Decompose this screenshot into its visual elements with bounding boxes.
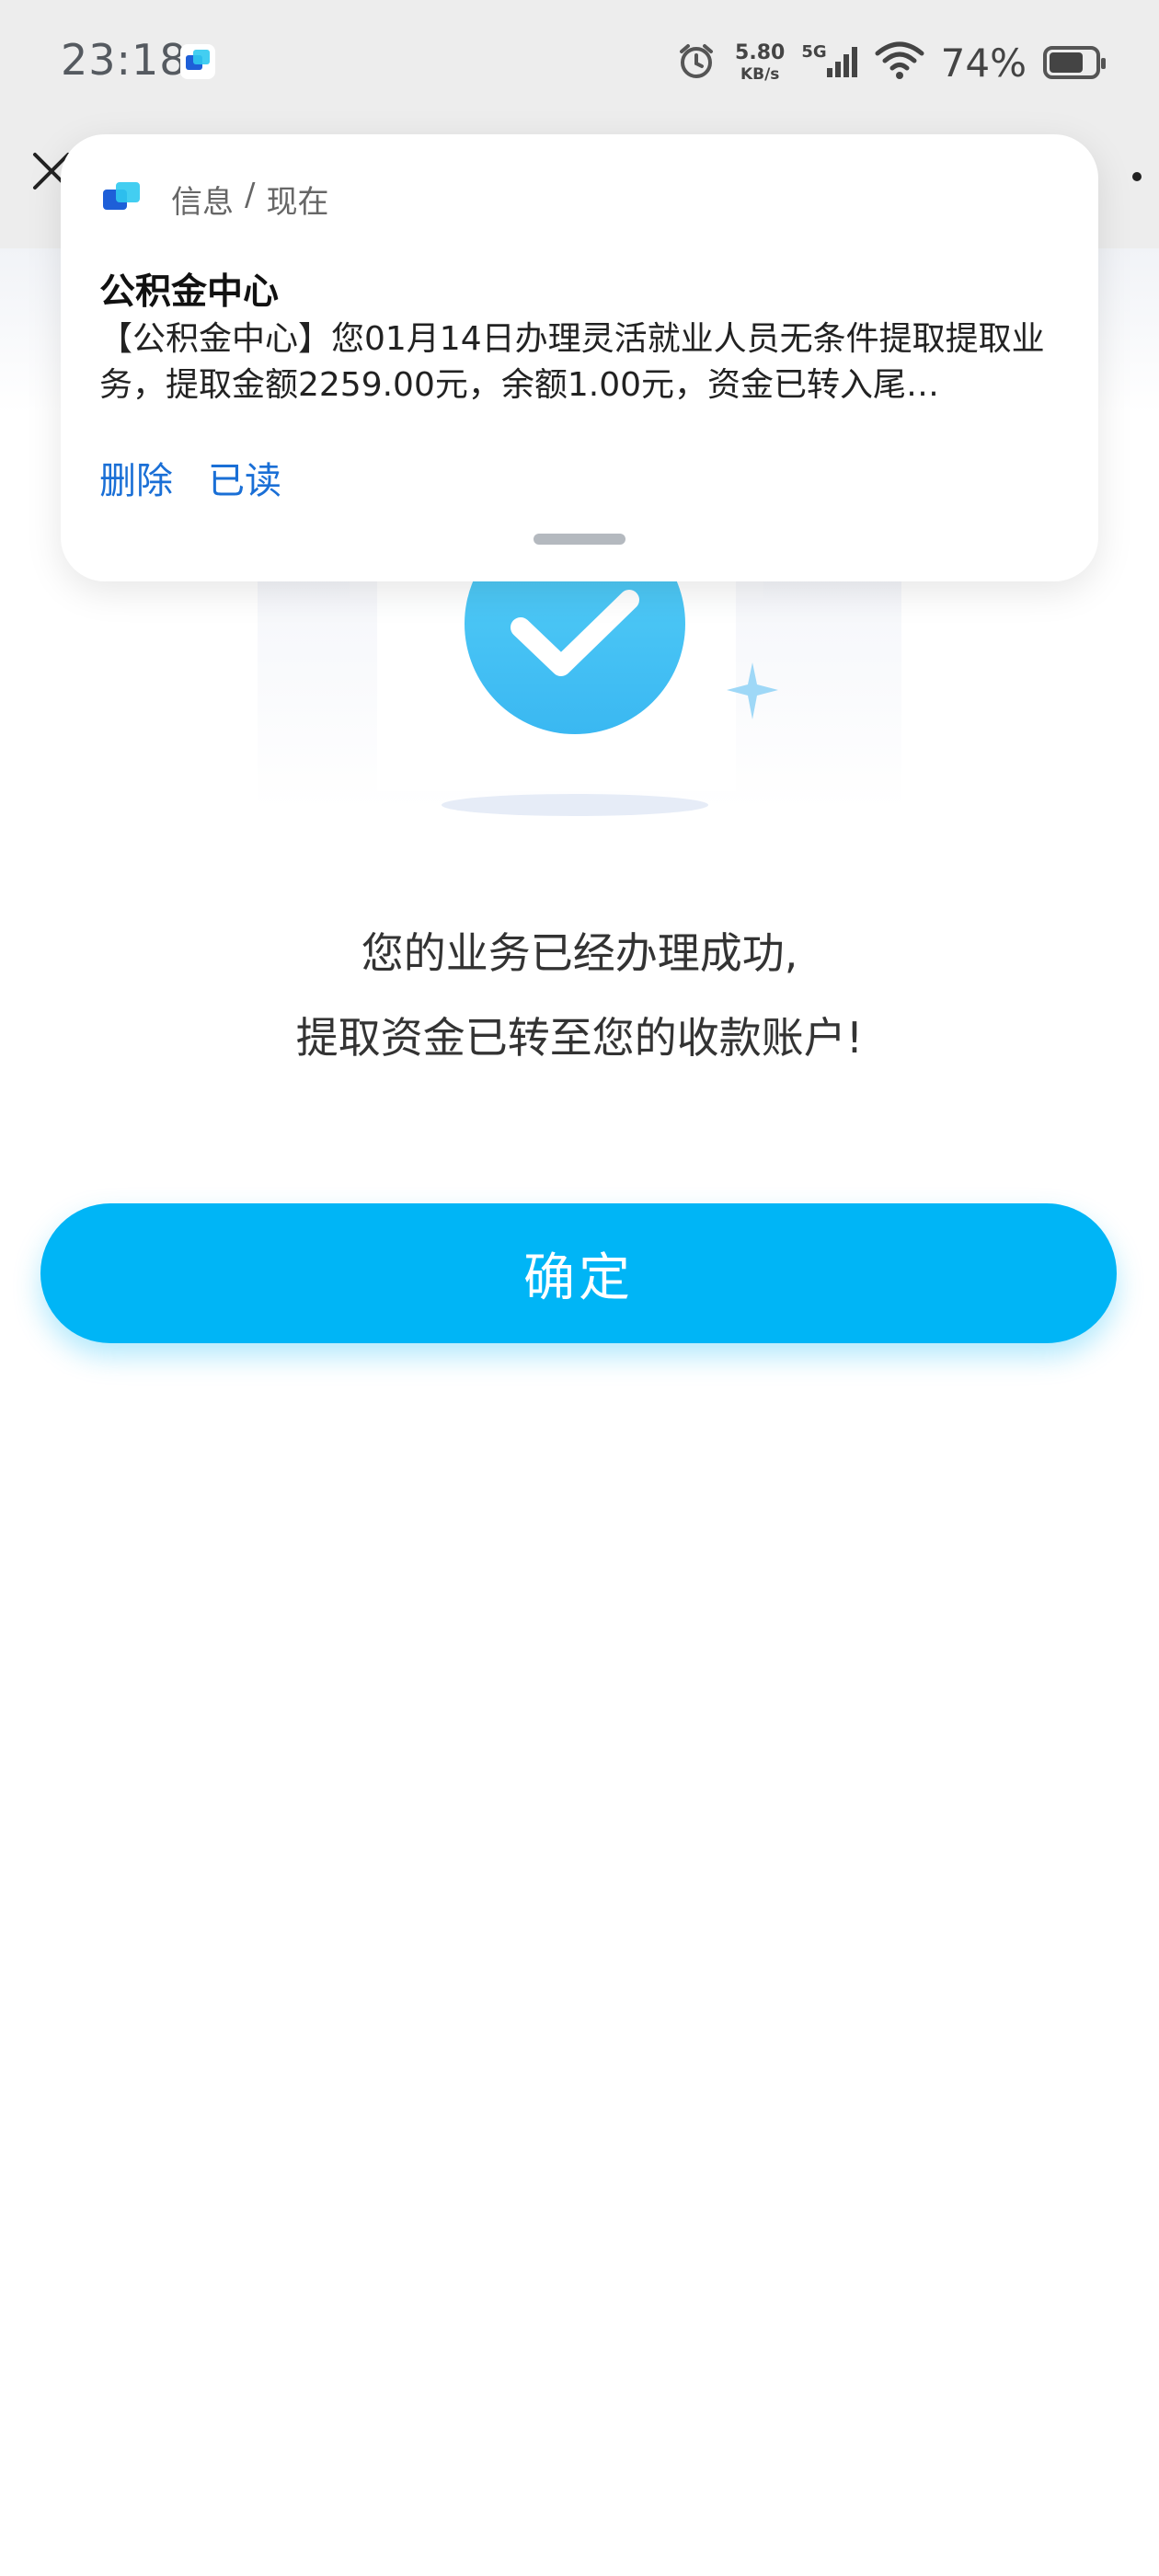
notification-banner[interactable]: 信息 / 现在 公积金中心 【公积金中心】您01月14日办理灵活就业人员无条件提… [61,134,1098,581]
notification-separator: / [245,177,256,213]
more-button[interactable] [1126,166,1148,188]
network-type-label: 5G [801,41,827,62]
battery-percent: 74% [940,40,1027,86]
success-message: 您的业务已经办理成功, 提取资金已转至您的收款账户! [0,911,1159,1080]
notification-source: 信息 / 现在 [171,177,328,222]
cellular-signal: 5G [801,42,857,84]
signal-bars-icon [826,42,858,84]
delete-action[interactable]: 删除 [99,451,173,504]
network-speed: 5.80 KB/s [735,40,786,84]
mark-read-action[interactable]: 已读 [208,451,281,504]
battery-level-fill [1050,52,1083,73]
notification-time: 现在 [266,184,329,221]
screen: 23:18 5.80 KB/s 5G 74% 信息 / 现在 公积金中心 【公积… [0,0,1159,2576]
success-line-1: 您的业务已经办理成功, [361,928,798,978]
notification-actions: 删除 已读 [99,451,281,504]
alarm-icon [674,39,718,86]
speed-value: 5.80 [735,40,786,64]
speed-unit: KB/s [740,64,780,84]
status-bar: 23:18 5.80 KB/s 5G 74% [0,0,1159,129]
battery-icon [1043,46,1106,79]
messages-app-icon [180,44,215,79]
status-right-group: 5.80 KB/s 5G 74% [674,37,1106,88]
notification-app-name: 信息 [171,184,234,221]
notification-drag-handle[interactable] [534,534,625,545]
messages-app-icon [98,175,145,223]
confirm-button[interactable]: 确定 [40,1203,1117,1343]
more-dots-icon [1126,172,1148,191]
wifi-icon [875,40,924,85]
success-line-2: 提取资金已转至您的收款账户! [295,1013,864,1063]
notification-body: 【公积金中心】您01月14日办理灵活就业人员无条件提取提取业务，提取金额2259… [99,320,1045,404]
notification-title: 公积金中心 [99,271,280,313]
status-time: 23:18 [61,35,188,85]
